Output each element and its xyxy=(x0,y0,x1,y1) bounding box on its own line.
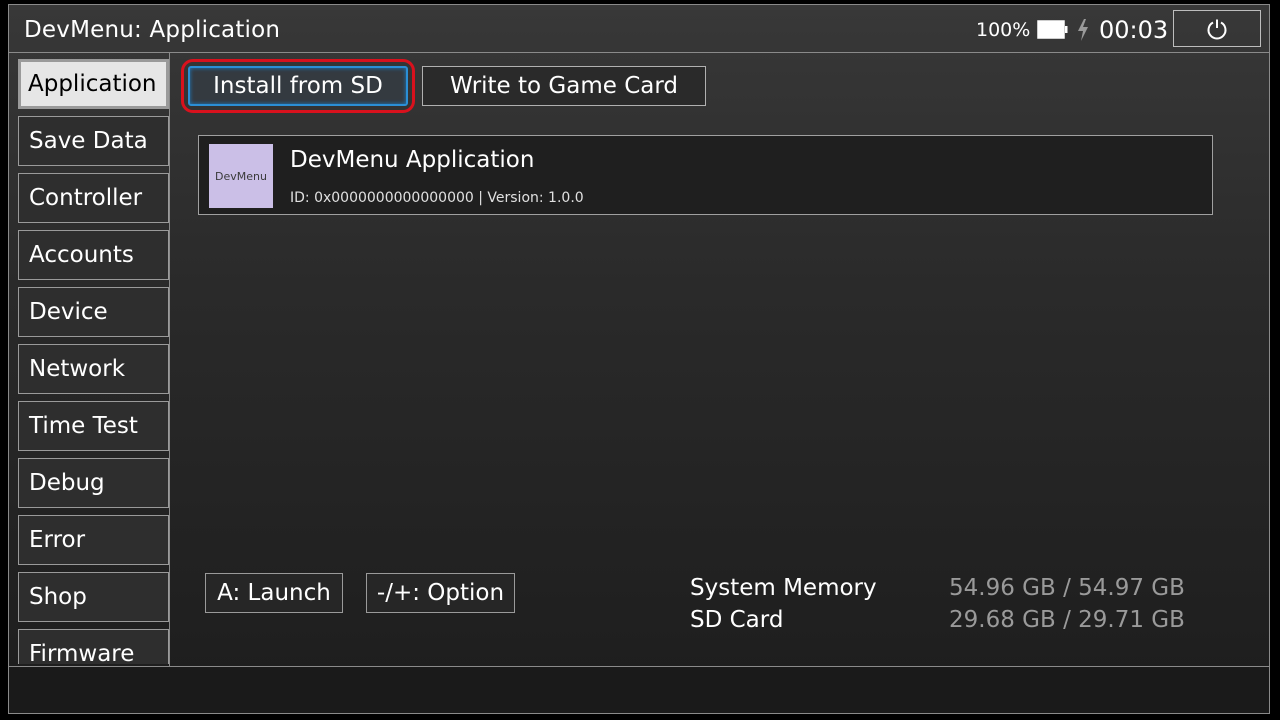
sidebar-item-save-data[interactable]: Save Data xyxy=(18,116,169,166)
sidebar-item-label: Shop xyxy=(29,584,87,610)
charging-bolt-icon xyxy=(1078,19,1088,41)
battery-icon xyxy=(1037,20,1068,39)
application-name: DevMenu Application xyxy=(290,147,535,173)
sidebar-item-label: Error xyxy=(29,527,86,553)
launch-hint-button[interactable]: A: Launch xyxy=(205,573,343,613)
power-icon xyxy=(1207,19,1227,39)
sidebar-divider xyxy=(169,53,170,667)
system-memory-label: System Memory xyxy=(690,575,877,601)
sidebar-item-label: Firmware xyxy=(29,641,135,664)
sidebar-item-time-test[interactable]: Time Test xyxy=(18,401,169,451)
bottom-bar xyxy=(9,666,1269,713)
battery-percent: 100% xyxy=(976,19,1031,41)
option-hint-button[interactable]: -/+: Option xyxy=(366,573,515,613)
sd-card-label: SD Card xyxy=(690,607,784,633)
devmenu-window: DevMenu: Application 100% 00:03 Applicat… xyxy=(8,4,1270,714)
clock: 00:03 xyxy=(1099,16,1169,44)
sidebar-item-network[interactable]: Network xyxy=(18,344,169,394)
sd-card-value: 29.68 GB / 29.71 GB xyxy=(949,607,1185,633)
sidebar-item-firmware[interactable]: Firmware xyxy=(18,629,169,664)
page-title: DevMenu: Application xyxy=(24,17,281,43)
write-to-game-card-button[interactable]: Write to Game Card xyxy=(422,66,706,106)
sidebar-item-application[interactable]: Application xyxy=(18,59,169,109)
title-bar: DevMenu: Application 100% 00:03 xyxy=(9,5,1269,53)
application-list-item[interactable]: DevMenu DevMenu Application ID: 0x000000… xyxy=(198,135,1213,215)
sidebar-item-shop[interactable]: Shop xyxy=(18,572,169,622)
sidebar-item-label: Accounts xyxy=(29,242,134,268)
sidebar-item-label: Network xyxy=(29,356,126,382)
sidebar: Application Save Data Controller Account… xyxy=(18,59,170,664)
sidebar-item-label: Controller xyxy=(29,185,143,211)
sidebar-item-debug[interactable]: Debug xyxy=(18,458,169,508)
application-id-version: ID: 0x0000000000000000 | Version: 1.0.0 xyxy=(290,190,584,206)
sidebar-item-label: Time Test xyxy=(29,413,138,439)
install-from-sd-label: Install from SD xyxy=(188,66,408,106)
sidebar-item-accounts[interactable]: Accounts xyxy=(18,230,169,280)
sidebar-item-label: Save Data xyxy=(29,128,148,154)
sidebar-item-label: Application xyxy=(21,62,166,106)
application-thumbnail: DevMenu xyxy=(209,144,273,208)
sidebar-item-controller[interactable]: Controller xyxy=(18,173,169,223)
power-button[interactable] xyxy=(1173,10,1261,47)
system-memory-value: 54.96 GB / 54.97 GB xyxy=(949,575,1185,601)
sidebar-item-label: Debug xyxy=(29,470,105,496)
sidebar-item-device[interactable]: Device xyxy=(18,287,169,337)
sidebar-item-label: Device xyxy=(29,299,108,325)
sidebar-item-error[interactable]: Error xyxy=(18,515,169,565)
install-from-sd-button[interactable]: Install from SD xyxy=(181,59,415,113)
